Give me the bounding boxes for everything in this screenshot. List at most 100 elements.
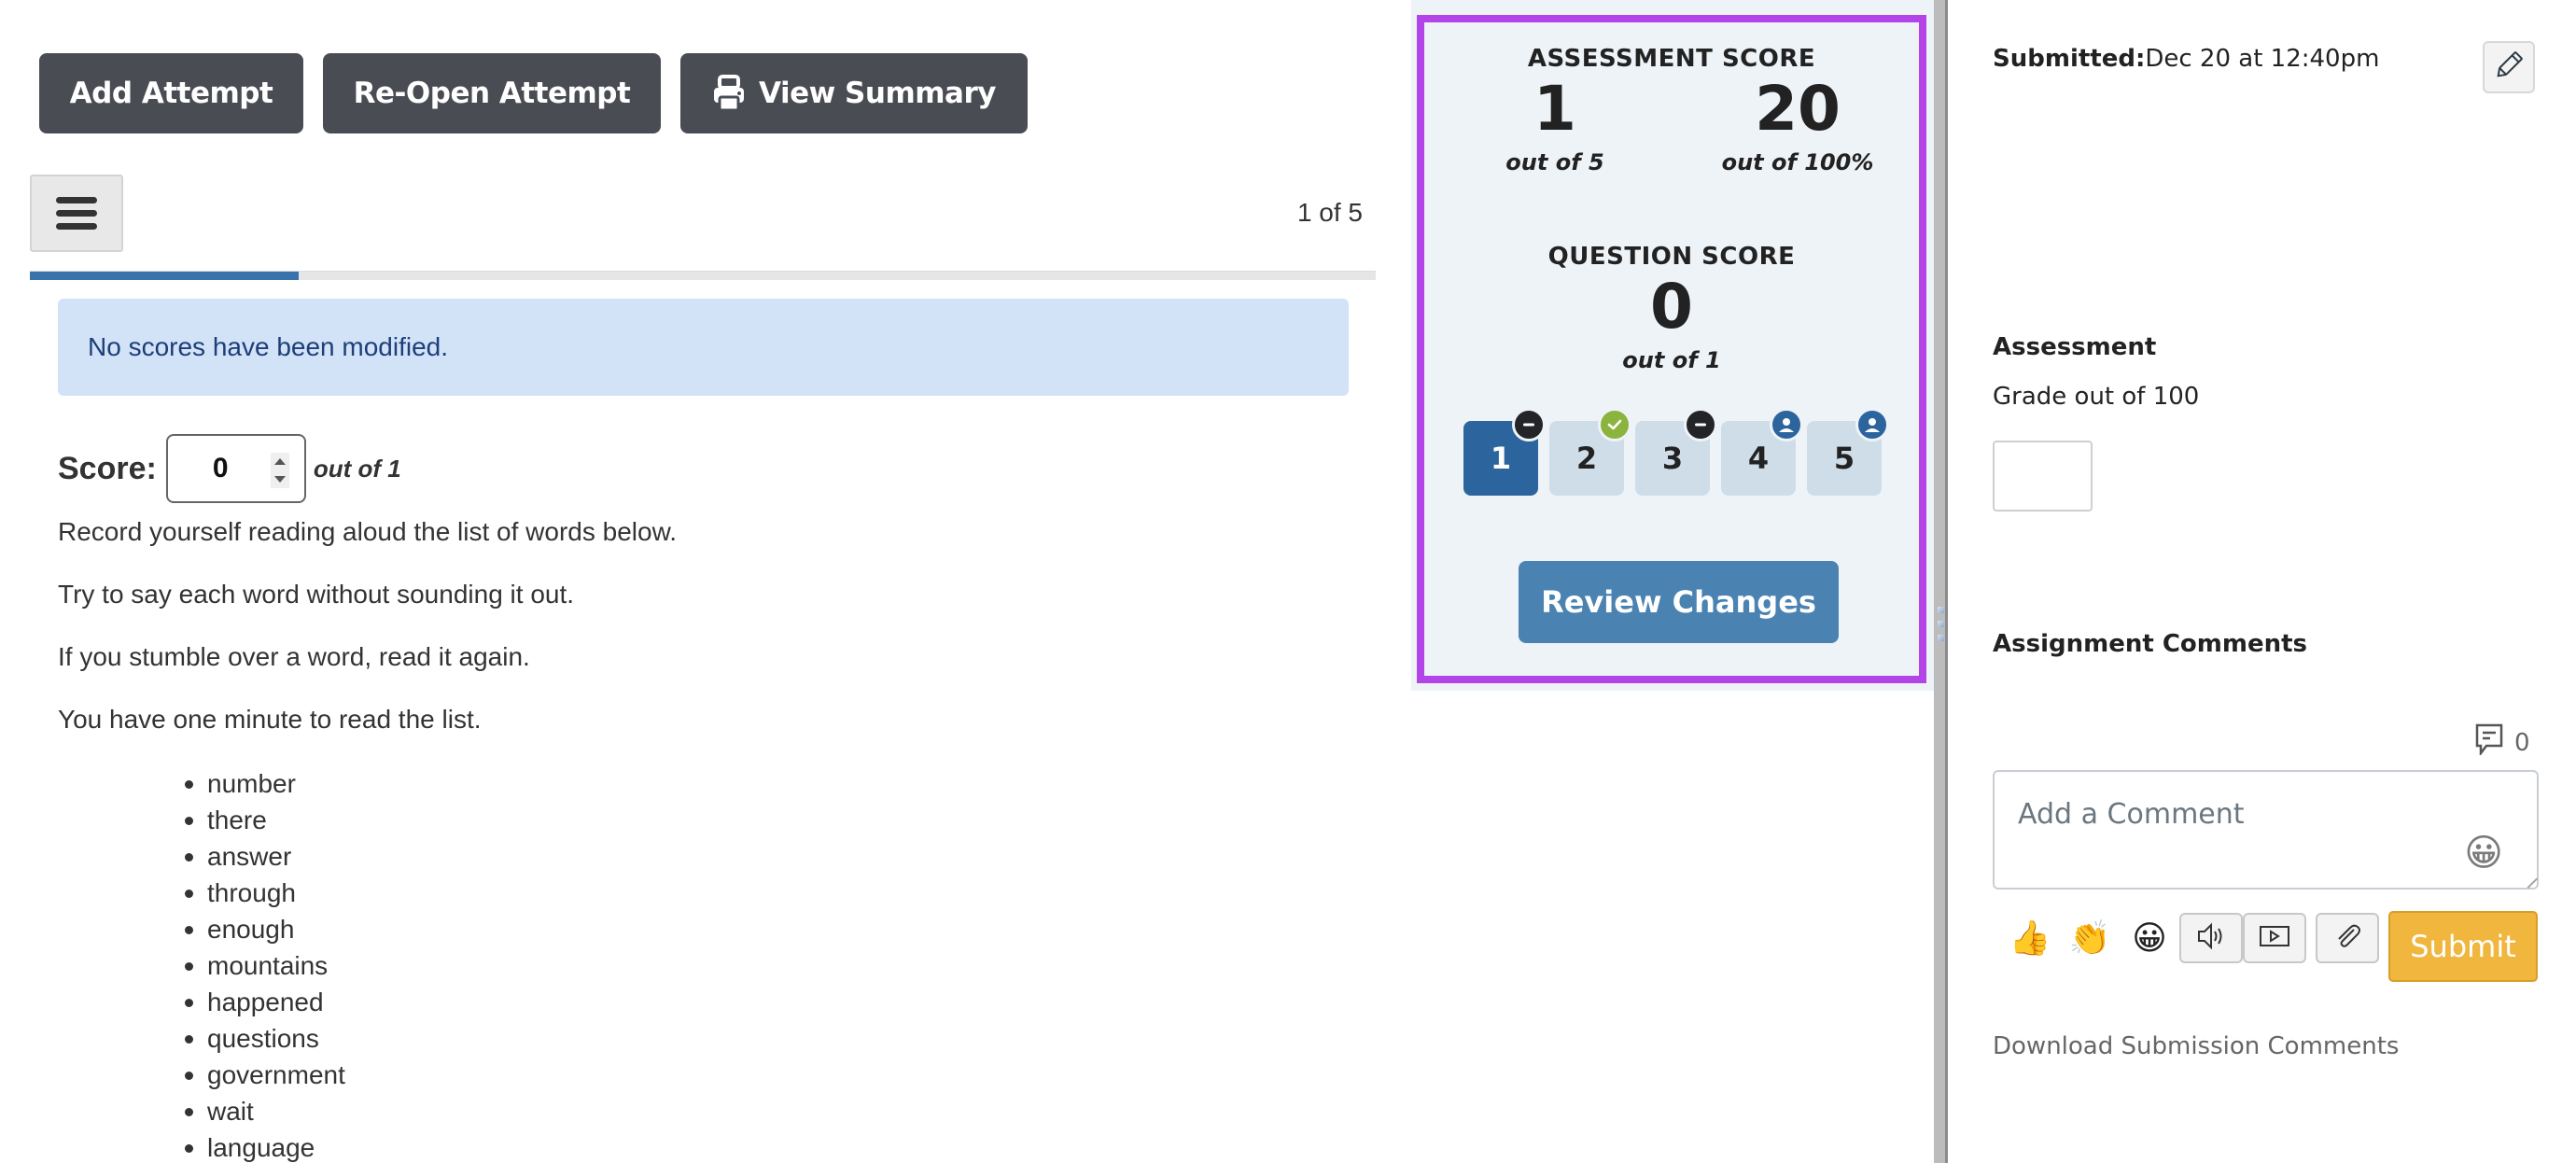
score-stepper[interactable]: [270, 453, 289, 488]
progress-bar: [30, 271, 1376, 280]
instruction-line: Record yourself reading aloud the list o…: [58, 517, 678, 546]
page-counter: 1 of 5: [1296, 198, 1363, 227]
reopen-attempt-label: Re-Open Attempt: [353, 77, 631, 110]
user-icon: [1855, 408, 1889, 441]
question-nav-button-1[interactable]: 1: [1463, 408, 1546, 496]
submission-time: Submitted:Dec 20 at 12:40pm: [1993, 45, 2379, 73]
printer-icon: [712, 75, 746, 112]
question-menu-button[interactable]: [30, 175, 123, 252]
question-nav-label: 5: [1833, 441, 1855, 476]
increment-icon[interactable]: [273, 458, 286, 465]
grip-dot: [1938, 635, 1944, 641]
hamburger-icon-bar: [56, 210, 97, 217]
review-changes-button[interactable]: Review Changes: [1519, 561, 1839, 643]
instruction-line: Try to say each word without sounding it…: [58, 580, 575, 609]
clap-emoji-button[interactable]: 👏: [2060, 918, 2120, 958]
record-audio-button[interactable]: [2179, 913, 2243, 963]
score-input[interactable]: 0: [165, 434, 306, 503]
alert-message: No scores have been modified.: [88, 332, 448, 361]
score-row: Score: 0 out of 1: [58, 434, 401, 503]
list-item: answer: [185, 838, 345, 875]
question-nav-label: 2: [1575, 441, 1598, 476]
comment-count: 0: [2475, 723, 2530, 762]
score-summary-pane: ASSESSMENT SCORE 1 out of 5 20 out of 10…: [1411, 0, 1934, 1163]
assessment-percent-out-of: out of 100%: [1721, 149, 1874, 175]
comment-textarea[interactable]: Add a Comment 😀: [1993, 770, 2539, 890]
minus-icon: [1512, 408, 1546, 441]
grade-label: Grade out of 100: [1993, 383, 2200, 411]
grading-pane: Add Attempt Re-Open Attempt View Summary…: [0, 0, 1411, 1163]
score-value: 0: [212, 453, 229, 483]
speaker-icon: [2196, 922, 2226, 954]
add-attempt-button[interactable]: Add Attempt: [39, 53, 303, 133]
grip-dot: [1938, 607, 1944, 613]
user-icon: [1770, 408, 1803, 441]
info-alert: No scores have been modified.: [58, 299, 1349, 396]
download-comments-link[interactable]: Download Submission Comments: [1993, 1032, 2399, 1060]
assessment-title: Assessment: [1993, 333, 2157, 361]
assessment-score-heading: ASSESSMENT SCORE: [1527, 45, 1816, 73]
instruction-line: If you stumble over a word, read it agai…: [58, 642, 530, 671]
list-item: there: [185, 802, 345, 838]
question-nav-button-4[interactable]: 4: [1721, 408, 1803, 496]
assessment-points-out-of: out of 5: [1505, 149, 1604, 175]
score-out-of: out of 1: [313, 454, 401, 483]
instruction-line: You have one minute to read the list.: [58, 705, 482, 734]
question-nav-label: 3: [1661, 441, 1684, 476]
grade-input[interactable]: [1993, 441, 2093, 511]
comment-tools: 👍 👏 😀: [2000, 913, 2379, 963]
comment-icon: [2475, 723, 2503, 762]
assessment-points: 1: [1533, 73, 1576, 145]
list-item: enough: [185, 911, 345, 947]
list-item: through: [185, 875, 345, 911]
question-nav-button-3[interactable]: 3: [1635, 408, 1717, 496]
comments-title: Assignment Comments: [1993, 630, 2307, 658]
question-nav-button-5[interactable]: 5: [1807, 408, 1889, 496]
question-points: 0: [1650, 271, 1693, 343]
question-navigator: 1 2 3 4 5: [1463, 408, 1889, 496]
progress-fill: [30, 272, 300, 280]
pane-resize-handle[interactable]: [1934, 0, 1948, 1163]
video-icon: [2259, 924, 2290, 952]
list-item: happened: [185, 984, 345, 1020]
assessment-percent: 20: [1755, 73, 1841, 145]
record-video-button[interactable]: [2243, 913, 2306, 963]
decrement-icon[interactable]: [273, 476, 286, 483]
paperclip-icon: [2333, 922, 2361, 954]
attach-file-button[interactable]: [2316, 913, 2379, 963]
review-changes-label: Review Changes: [1541, 584, 1816, 620]
score-summary-panel: ASSESSMENT SCORE 1 out of 5 20 out of 10…: [1417, 15, 1926, 683]
add-attempt-label: Add Attempt: [69, 77, 273, 110]
list-item: number: [185, 765, 345, 802]
list-item: wait: [185, 1093, 345, 1129]
view-summary-label: View Summary: [759, 77, 996, 110]
question-score-heading: QUESTION SCORE: [1547, 243, 1796, 271]
list-item: government: [185, 1057, 345, 1093]
pencil-icon: [2493, 49, 2525, 85]
resize-icon[interactable]: [2519, 870, 2538, 889]
question-nav-label: 4: [1747, 441, 1770, 476]
view-summary-button[interactable]: View Summary: [680, 53, 1028, 133]
reopen-attempt-button[interactable]: Re-Open Attempt: [323, 53, 661, 133]
submit-label: Submit: [2410, 929, 2516, 964]
edit-button[interactable]: [2483, 41, 2535, 93]
submit-comment-button[interactable]: Submit: [2388, 911, 2538, 982]
minus-icon: [1684, 408, 1717, 441]
hamburger-icon-bar: [56, 223, 97, 230]
emoji-picker-icon[interactable]: 😀: [2464, 832, 2503, 875]
score-label: Score:: [58, 450, 157, 486]
hamburger-icon-bar: [56, 197, 97, 203]
question-nav-label: 1: [1490, 441, 1512, 476]
grip-dot: [1938, 621, 1944, 627]
thumbs-up-emoji-button[interactable]: 👍: [2000, 918, 2060, 958]
list-item: language: [185, 1129, 345, 1163]
list-item: questions: [185, 1020, 345, 1057]
smile-emoji-button[interactable]: 😀: [2120, 919, 2179, 958]
submitted-label: Submitted:: [1993, 45, 2146, 73]
comment-placeholder: Add a Comment: [2018, 798, 2245, 831]
question-points-out-of: out of 1: [1622, 347, 1721, 373]
submission-sidebar: Submitted:Dec 20 at 12:40pm Assessment G…: [1948, 0, 2576, 1163]
submitted-value: Dec 20 at 12:40pm: [2145, 45, 2380, 73]
list-item: mountains: [185, 947, 345, 984]
question-nav-button-2[interactable]: 2: [1549, 408, 1631, 496]
